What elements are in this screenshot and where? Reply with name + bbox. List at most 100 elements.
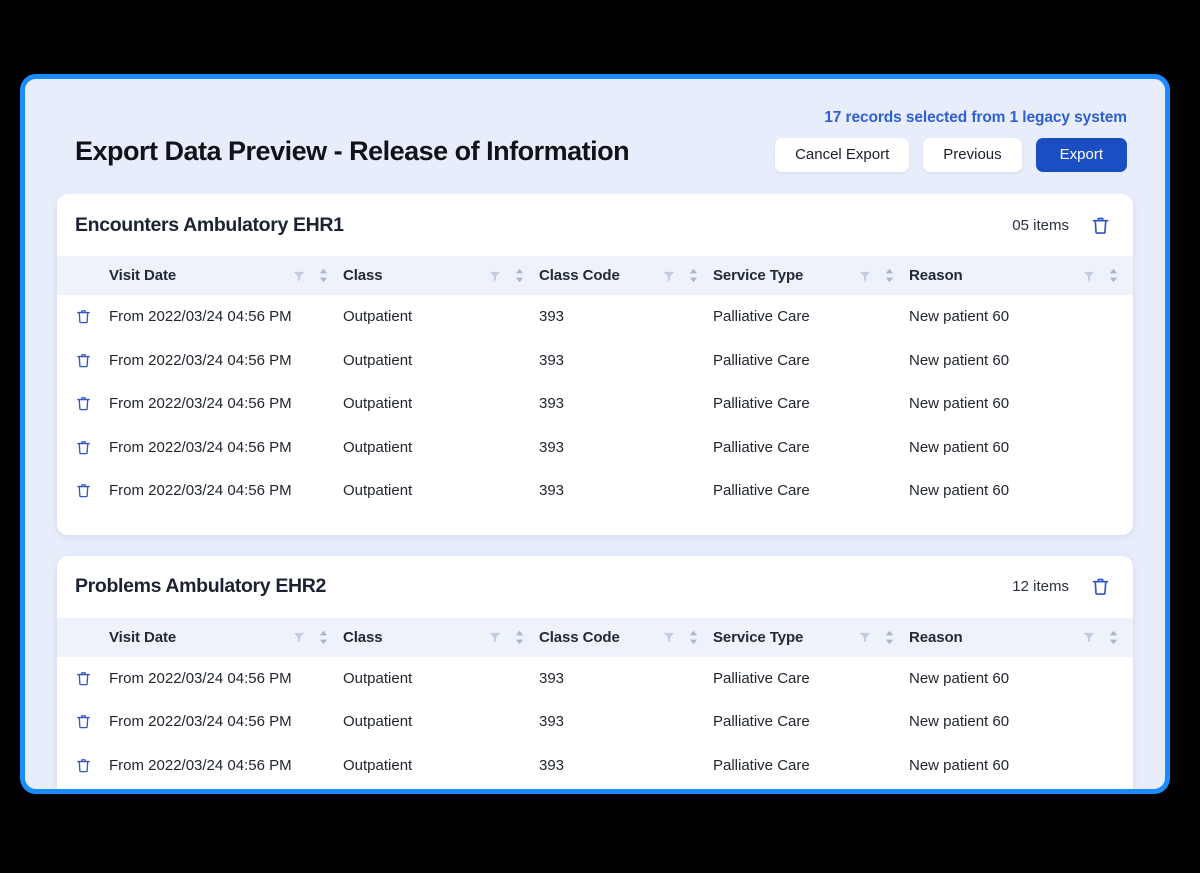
sort-icon[interactable]	[884, 268, 895, 283]
table-row[interactable]: From 2022/03/24 04:56 PMOutpatient393Pal…	[57, 295, 1133, 339]
delete-row-button[interactable]	[57, 308, 109, 325]
table-row[interactable]: From 2022/03/24 04:56 PMOutpatient393Pal…	[57, 744, 1133, 788]
cell-date: From 2022/03/24 04:56 PM	[109, 351, 292, 369]
filter-icon[interactable]	[293, 631, 305, 643]
delete-card-button[interactable]	[1090, 215, 1111, 236]
delete-row-button[interactable]	[57, 395, 109, 412]
cell-date: From 2022/03/24 04:56 PM	[109, 713, 292, 731]
filter-icon[interactable]	[859, 631, 871, 643]
cancel-export-button[interactable]: Cancel Export	[775, 138, 910, 172]
sort-icon[interactable]	[514, 268, 525, 283]
filter-icon[interactable]	[489, 631, 501, 643]
delete-row-button[interactable]	[57, 352, 109, 369]
column-header[interactable]: Class	[343, 618, 539, 657]
column-header-label: Visit Date	[109, 628, 177, 646]
table-row[interactable]: From 2022/03/24 04:56 PMOutpatient393Pal…	[57, 787, 1133, 789]
cell-date: From 2022/03/24 04:56 PM	[109, 669, 292, 687]
column-header-label: Class	[343, 267, 383, 284]
cell-reason: New patient 60	[909, 756, 1010, 774]
column-header[interactable]: Service Type	[713, 618, 909, 657]
filter-icon[interactable]	[663, 270, 675, 282]
table-row[interactable]: From 2022/03/24 04:56 PMOutpatient393Pal…	[57, 657, 1133, 701]
cell-service-type: Palliative Care	[713, 482, 810, 500]
filter-icon[interactable]	[859, 270, 871, 282]
export-button[interactable]: Export	[1035, 138, 1127, 172]
delete-card-button[interactable]	[1090, 576, 1111, 597]
trash-icon	[75, 757, 92, 774]
row-actions	[57, 295, 109, 339]
sort-icon[interactable]	[884, 630, 895, 645]
sort-icon[interactable]	[1108, 268, 1119, 283]
table-row[interactable]: From 2022/03/24 04:56 PMOutpatient393Pal…	[57, 700, 1133, 744]
cell-service-type: Palliative Care	[713, 713, 810, 731]
column-header[interactable]: Visit Date	[109, 618, 343, 657]
cell-date: From 2022/03/24 04:56 PM	[109, 787, 343, 789]
delete-row-button[interactable]	[57, 670, 109, 687]
filter-icon[interactable]	[1083, 270, 1095, 282]
card-items-count: 05 items	[1012, 216, 1069, 234]
data-card: Encounters Ambulatory EHR1 05 items Visit …	[57, 194, 1133, 535]
row-actions	[57, 469, 109, 513]
column-header-label: Class	[343, 628, 383, 646]
column-header-label: Reason	[909, 267, 963, 284]
sort-icon[interactable]	[688, 268, 699, 283]
cards-scroll-area[interactable]: Encounters Ambulatory EHR1 05 items Visit …	[25, 194, 1165, 789]
column-header-label: Visit Date	[109, 267, 177, 284]
cell-reason: New patient 60	[909, 787, 1133, 789]
card-header: Problems Ambulatory EHR2 12 items	[57, 556, 1133, 618]
column-header-label: Class Code	[539, 267, 620, 284]
filter-icon[interactable]	[1083, 631, 1095, 643]
cell-reason: New patient 60	[909, 482, 1010, 500]
sort-icon[interactable]	[514, 630, 525, 645]
table-row[interactable]: From 2022/03/24 04:56 PMOutpatient393Pal…	[57, 382, 1133, 426]
cell-class-code: 393	[539, 756, 565, 774]
cell-class: Outpatient	[343, 713, 413, 731]
cell-reason: New patient 60	[909, 713, 1010, 731]
trash-icon	[75, 713, 92, 730]
column-header-label: Service Type	[713, 628, 804, 646]
delete-row-button[interactable]	[57, 757, 109, 774]
cell-class: Outpatient	[343, 756, 413, 774]
cell-reason: New patient 60	[909, 395, 1010, 413]
cell-class: Outpatient	[343, 787, 539, 789]
table-row[interactable]: From 2022/03/24 04:56 PMOutpatient393Pal…	[57, 469, 1133, 513]
cell-class: Outpatient	[343, 482, 413, 500]
column-header[interactable]: Visit Date	[109, 256, 343, 295]
delete-row-button[interactable]	[57, 482, 109, 499]
column-header[interactable]: Reason	[909, 256, 1133, 295]
delete-row-button[interactable]	[57, 439, 109, 456]
cell-service-type: Palliative Care	[713, 438, 810, 456]
sort-icon[interactable]	[1108, 630, 1119, 645]
previous-button[interactable]: Previous	[923, 138, 1022, 172]
column-header[interactable]: Class	[343, 256, 539, 295]
cell-class-code: 393	[539, 395, 565, 413]
trash-icon	[75, 482, 92, 499]
header-actions: Cancel Export Previous Export	[775, 138, 1127, 172]
table-header-actions	[57, 256, 109, 295]
column-header-label: Reason	[909, 628, 963, 646]
filter-icon[interactable]	[489, 270, 501, 282]
trash-icon	[1090, 576, 1111, 597]
row-actions	[57, 744, 109, 788]
column-header[interactable]: Reason	[909, 618, 1133, 657]
filter-icon[interactable]	[293, 270, 305, 282]
delete-row-button[interactable]	[57, 713, 109, 730]
cell-class-code: 393	[539, 438, 565, 456]
cell-class-code: 393	[539, 308, 565, 326]
column-header[interactable]: Service Type	[713, 256, 909, 295]
row-actions	[57, 787, 109, 789]
column-header[interactable]: Class Code	[539, 256, 713, 295]
column-header[interactable]: Class Code	[539, 618, 713, 657]
sort-icon[interactable]	[318, 268, 329, 283]
filter-icon[interactable]	[663, 631, 675, 643]
page-title: Export Data Preview - Release of Informa…	[75, 136, 630, 166]
card-footer-spacer	[57, 512, 1133, 535]
cell-class-code: 393	[539, 787, 713, 789]
sort-icon[interactable]	[318, 630, 329, 645]
table-row[interactable]: From 2022/03/24 04:56 PMOutpatient393Pal…	[57, 339, 1133, 383]
table-row[interactable]: From 2022/03/24 04:56 PMOutpatient393Pal…	[57, 426, 1133, 470]
cell-service-type: Palliative Care	[713, 308, 810, 326]
card-header: Encounters Ambulatory EHR1 05 items	[57, 194, 1133, 256]
table-header-row: Visit Date Class Class Code Service Type Rea…	[57, 617, 1133, 657]
sort-icon[interactable]	[688, 630, 699, 645]
